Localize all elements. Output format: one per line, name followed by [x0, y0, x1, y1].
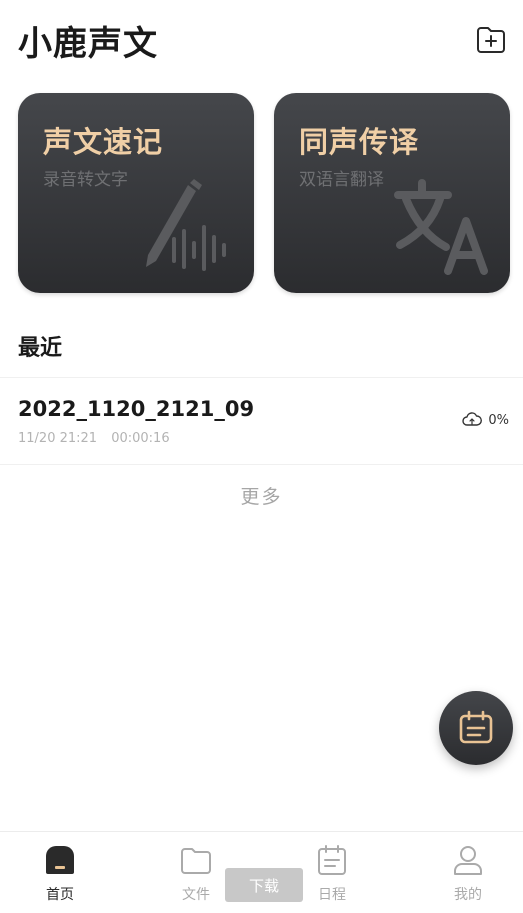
calendar-note-icon [459, 710, 493, 744]
calendar-icon [318, 845, 346, 875]
tab-label: 文件 [182, 887, 210, 903]
tab-profile[interactable]: 我的 [428, 844, 508, 906]
translate-icon [394, 179, 488, 275]
card-simultaneous-interpretation[interactable]: 同声传译 双语言翻译 [274, 93, 510, 293]
tab-label: 首页 [46, 887, 74, 903]
app-title: 小鹿声文 [18, 24, 158, 64]
card-title: 同声传译 [299, 125, 420, 159]
card-speech-to-text[interactable]: 声文速记 录音转文字 [18, 93, 254, 293]
sync-status: 0% [462, 412, 509, 428]
record-duration: 00:00:16 [111, 431, 170, 446]
tab-files[interactable]: 文件 [156, 844, 236, 906]
schedule-fab-button[interactable] [439, 691, 513, 765]
card-subtitle: 录音转文字 [43, 170, 128, 190]
tab-label: 我的 [454, 887, 482, 903]
tab-label: 日程 [318, 887, 346, 903]
header: 小鹿声文 [0, 0, 523, 80]
more-link[interactable]: 更多 [0, 482, 523, 509]
user-icon [454, 846, 482, 875]
record-date: 11/20 21:21 [18, 431, 98, 446]
record-meta: 11/20 21:21 00:00:16 [18, 431, 170, 446]
new-folder-button[interactable] [473, 22, 509, 58]
tab-home[interactable]: 首页 [20, 844, 100, 906]
pen-waveform-icon [146, 179, 226, 271]
cloud-icon [462, 412, 483, 426]
folder-icon [181, 848, 211, 874]
folder-plus-icon [477, 27, 505, 53]
record-name: 2022_1120_2121_09 [18, 397, 255, 421]
card-title: 声文速记 [43, 125, 164, 159]
download-button[interactable]: 下载 [225, 868, 303, 902]
tab-schedule[interactable]: 日程 [292, 844, 372, 906]
recent-section-title: 最近 [18, 336, 63, 361]
divider [0, 464, 523, 465]
list-item[interactable]: 2022_1120_2121_09 11/20 21:21 00:00:16 0… [0, 378, 523, 464]
home-icon [46, 846, 74, 874]
sync-percent: 0% [488, 412, 509, 428]
card-subtitle: 双语言翻译 [299, 170, 384, 190]
